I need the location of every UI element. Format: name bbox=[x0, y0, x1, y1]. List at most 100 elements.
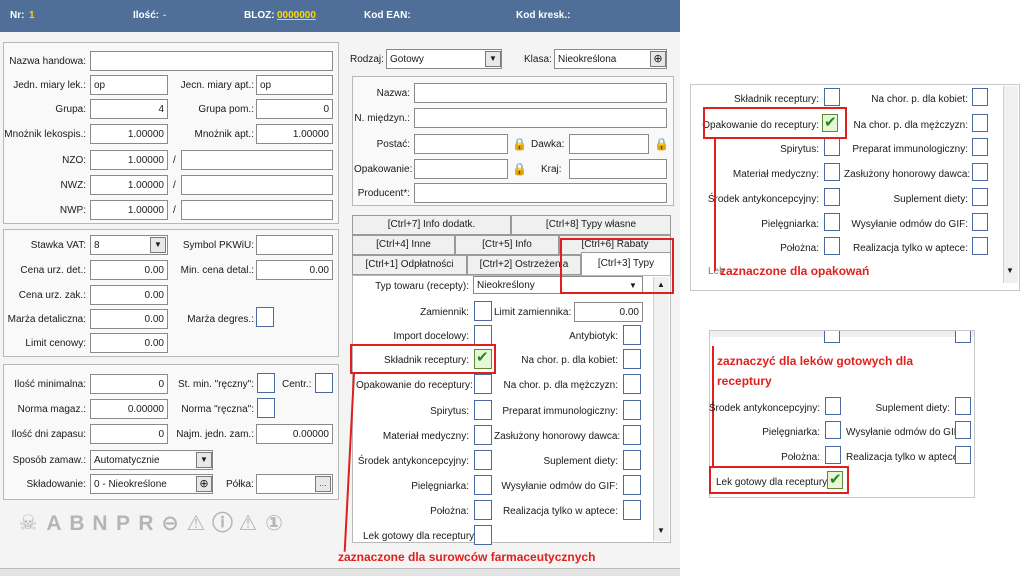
jedn-apt-input[interactable]: op bbox=[256, 75, 333, 95]
tab-odplatnosci[interactable]: [Ctrl+1] Odpłatności bbox=[352, 255, 467, 275]
cena-zak-input[interactable]: 0.00 bbox=[90, 285, 168, 305]
inset1-arrow-line bbox=[714, 139, 716, 271]
mnoznik-lek-input[interactable]: 1.00000 bbox=[90, 124, 168, 144]
immuno-checkbox[interactable] bbox=[623, 400, 641, 420]
min-cena-input[interactable]: 0.00 bbox=[256, 260, 333, 280]
limit-zam-input[interactable]: 0.00 bbox=[574, 302, 643, 322]
mnoznik-apt-input[interactable]: 1.00000 bbox=[256, 124, 333, 144]
vat-dropdown-icon[interactable]: ▼ bbox=[150, 237, 166, 253]
apteka-label: Realizacja tylko w aptece: bbox=[502, 506, 618, 517]
ilosc-min-input[interactable]: 0 bbox=[90, 374, 168, 394]
dawka-input[interactable] bbox=[569, 134, 649, 154]
inset1-immuno-label: Preparat immunologiczny: bbox=[852, 144, 968, 155]
polka-ellipsis-icon[interactable]: … bbox=[315, 476, 331, 492]
inset1-polozna-label: Położna: bbox=[780, 243, 819, 254]
inset1-suplement-label: Suplement diety: bbox=[893, 194, 969, 205]
tab-inne[interactable]: [Ctrl+4] Inne bbox=[352, 235, 455, 255]
inset1-srodek-label: Środek antykoncepcyjny: bbox=[707, 194, 819, 205]
bloz-link[interactable]: 0000000 bbox=[277, 10, 316, 21]
nzo-input[interactable]: 1.00000 bbox=[90, 150, 168, 170]
pkwiu-input[interactable] bbox=[256, 235, 333, 255]
nzo-extra-input[interactable] bbox=[181, 150, 333, 170]
tab-info-dodatk[interactable]: [Ctrl+7] Info dodatk. bbox=[352, 215, 511, 235]
spirytus-checkbox[interactable] bbox=[474, 400, 492, 420]
nwz-label: NWZ: bbox=[60, 180, 86, 191]
nazwa-handlowa-label: Nazwa handowa: bbox=[9, 56, 86, 67]
sposob-zamaw-label: Sposób zamaw.: bbox=[12, 455, 86, 466]
material-checkbox[interactable] bbox=[474, 425, 492, 445]
immuno-label: Preparat immunologiczny: bbox=[502, 406, 618, 417]
inset2-srodek-label: Środek antykoncepcyjny: bbox=[708, 403, 820, 414]
centr-checkbox[interactable] bbox=[315, 373, 333, 393]
surowce-annotation: zaznaczone dla surowców farmaceutycznych bbox=[338, 550, 596, 564]
vat-label: Stawka VAT: bbox=[30, 240, 86, 251]
grupa-input[interactable]: 4 bbox=[90, 99, 168, 119]
nazwa-handlowa-input[interactable] bbox=[90, 51, 333, 71]
types-scrollbar[interactable] bbox=[653, 277, 669, 541]
limit-cenowy-input[interactable]: 0.00 bbox=[90, 333, 168, 353]
rodzaj-label: Rodzaj: bbox=[350, 54, 384, 65]
jedn-lek-input[interactable]: op bbox=[90, 75, 168, 95]
srodek-checkbox[interactable] bbox=[474, 450, 492, 470]
dni-zapasu-input[interactable]: 0 bbox=[90, 424, 168, 444]
miedzyn-input[interactable] bbox=[414, 108, 667, 128]
nwz-input[interactable]: 1.00000 bbox=[90, 175, 168, 195]
tab-info[interactable]: [Ctr+5] Info bbox=[455, 235, 559, 255]
ilosc-min-label: Ilość minimalna: bbox=[14, 379, 86, 390]
inset1-chor-m-checkbox bbox=[972, 114, 988, 132]
inset1-chor-k-label: Na chor. p. dla kobiet: bbox=[871, 94, 968, 105]
postac-lock-icon[interactable]: 🔒 bbox=[512, 138, 527, 150]
norma-mag-input[interactable]: 0.00000 bbox=[90, 399, 168, 419]
klasa-add-icon[interactable]: ⊕ bbox=[650, 51, 666, 67]
inset1-chor-k-checkbox bbox=[972, 88, 988, 106]
lek-gotowy-label: Lek gotowy dla receptury bbox=[363, 531, 475, 542]
min-cena-label: Min. cena detal.: bbox=[180, 265, 254, 276]
lek-gotowy-checkbox[interactable] bbox=[474, 525, 492, 545]
marza-det-input[interactable]: 0.00 bbox=[90, 309, 168, 329]
antybiotyk-checkbox[interactable] bbox=[623, 325, 641, 345]
tab-typy-wlasne[interactable]: [Ctrl+8] Typy własne bbox=[511, 215, 671, 235]
nwp-label: NWP: bbox=[59, 205, 86, 216]
cena-det-input[interactable]: 0.00 bbox=[90, 260, 168, 280]
inset1-skladnik-label: Składnik receptury: bbox=[733, 94, 819, 105]
suplement-checkbox[interactable] bbox=[623, 450, 641, 470]
gif-checkbox[interactable] bbox=[623, 475, 641, 495]
pielegniarka-checkbox[interactable] bbox=[474, 475, 492, 495]
norma-rec-checkbox[interactable] bbox=[257, 398, 275, 418]
postac-input[interactable] bbox=[414, 134, 508, 154]
grupa-pom-input[interactable]: 0 bbox=[256, 99, 333, 119]
opakowanie-lock-icon[interactable]: 🔒 bbox=[512, 163, 527, 175]
producent-label: Producent*: bbox=[357, 188, 410, 199]
opakowanie-input[interactable] bbox=[414, 159, 508, 179]
skladowanie-add-icon[interactable]: ⊕ bbox=[196, 476, 212, 492]
inset1-scroll-down-icon: ▼ bbox=[1006, 266, 1014, 275]
opak-receptury-checkbox[interactable] bbox=[474, 374, 492, 394]
nwp-input[interactable]: 1.00000 bbox=[90, 200, 168, 220]
marza-deg-checkbox[interactable] bbox=[256, 307, 274, 327]
producent-input[interactable] bbox=[414, 183, 667, 203]
skladnik-highlight-box bbox=[350, 344, 496, 374]
sposob-dropdown-icon[interactable]: ▼ bbox=[196, 452, 212, 468]
chor-kobiet-checkbox[interactable] bbox=[623, 349, 641, 369]
bloz-label: BLOZ: bbox=[244, 10, 275, 21]
st-min-checkbox[interactable] bbox=[257, 373, 275, 393]
limit-cenowy-label: Limit cenowy: bbox=[25, 338, 86, 349]
nwz-extra-input[interactable] bbox=[181, 175, 333, 195]
apteka-checkbox[interactable] bbox=[623, 500, 641, 520]
kraj-input[interactable] bbox=[569, 159, 667, 179]
zamiennik-checkbox[interactable] bbox=[474, 301, 492, 321]
chor-mezczyzn-checkbox[interactable] bbox=[623, 374, 641, 394]
sposob-zamaw-select[interactable]: Automatycznie bbox=[90, 450, 213, 470]
nwp-extra-input[interactable] bbox=[181, 200, 333, 220]
rodzaj-dropdown-icon[interactable]: ▼ bbox=[485, 51, 501, 67]
najm-jedn-input[interactable]: 0.00000 bbox=[256, 424, 333, 444]
zasluzony-checkbox[interactable] bbox=[623, 425, 641, 445]
inset1-pielegniarka-checkbox bbox=[824, 213, 840, 231]
import-checkbox[interactable] bbox=[474, 325, 492, 345]
polozna-checkbox[interactable] bbox=[474, 500, 492, 520]
nazwa-input[interactable] bbox=[414, 83, 667, 103]
scroll-down-icon[interactable]: ▼ bbox=[657, 526, 665, 535]
skladowanie-input[interactable]: 0 - Nieokreślone bbox=[90, 474, 213, 494]
dawka-lock-icon[interactable]: 🔒 bbox=[654, 138, 669, 150]
status-letter-r: R bbox=[138, 512, 154, 535]
